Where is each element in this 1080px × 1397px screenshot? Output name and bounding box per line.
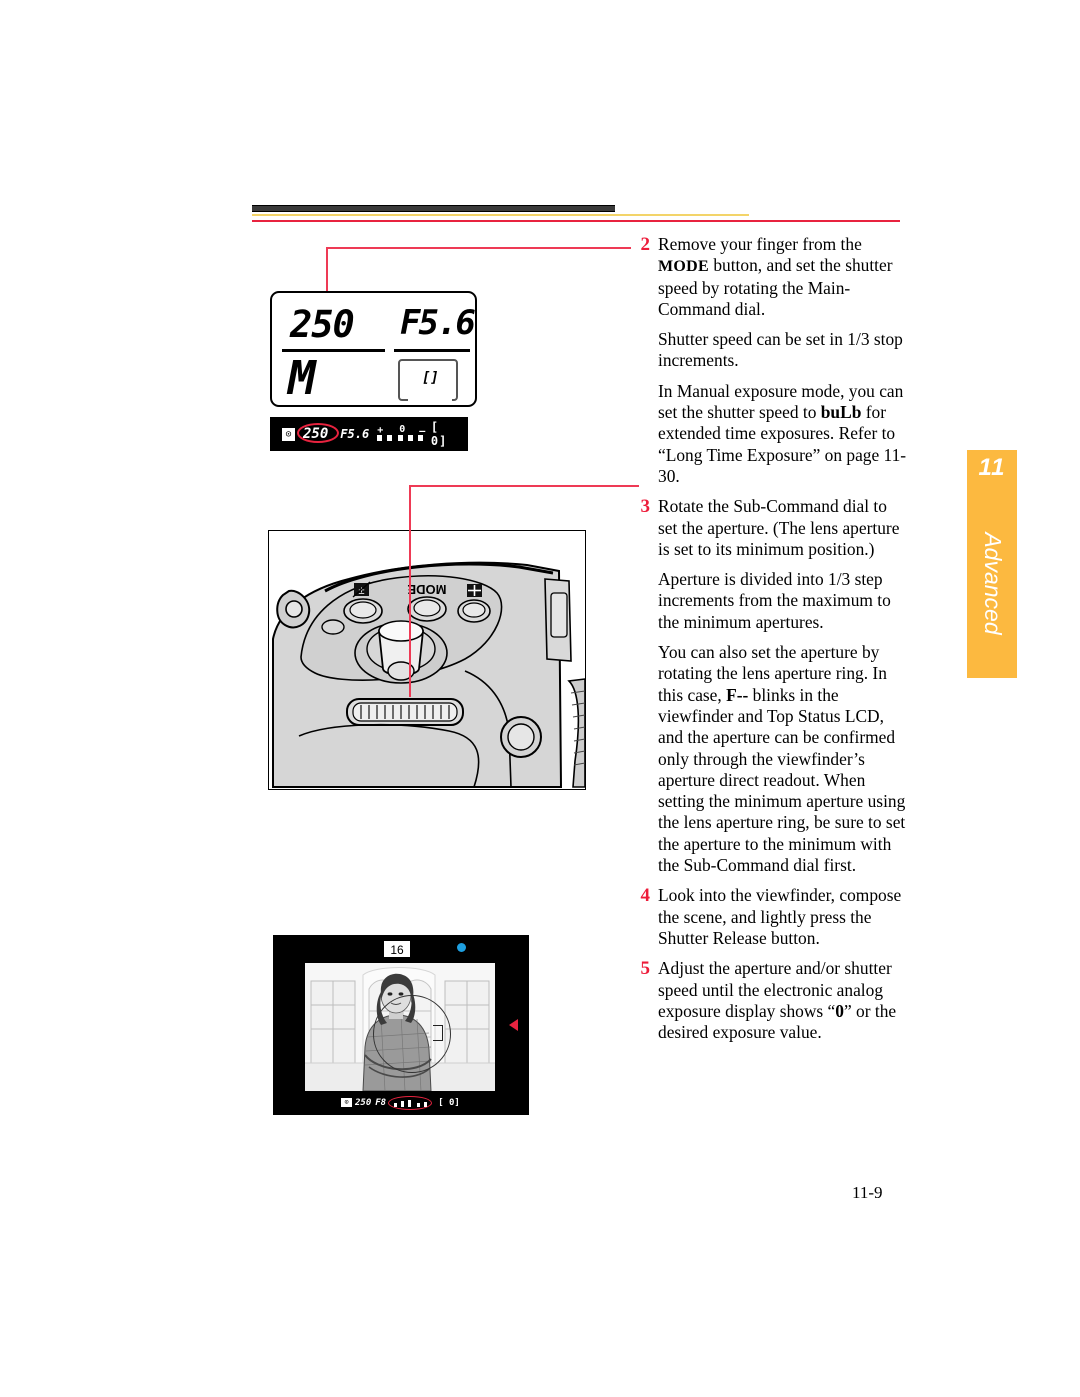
step-2-paragraph-1: Remove your finger from the MODE button,… xyxy=(658,234,908,320)
exposure-compensation-icon: ± xyxy=(352,581,371,598)
metering-mode-icon: ⊙ xyxy=(282,427,295,441)
step-4-paragraph-1: Look into the viewfinder, compose the sc… xyxy=(658,885,902,948)
scale-segment xyxy=(387,435,393,441)
scene-frame-counter: [ 0] xyxy=(438,1097,460,1108)
chapter-tab-number: 11 xyxy=(978,454,1006,481)
step-body: Remove your finger from the MODE button,… xyxy=(658,234,908,487)
step-number: 5 xyxy=(640,958,651,980)
mode-button-label: MODE xyxy=(407,582,446,597)
chapter-tab: 11 Advanced xyxy=(967,450,1017,678)
scale-segment xyxy=(377,435,383,441)
scale-segment xyxy=(398,435,404,441)
text-run: Remove your finger from the xyxy=(658,234,862,254)
scale-segment xyxy=(424,1101,428,1107)
step-number: 2 xyxy=(640,234,651,255)
step-number: 3 xyxy=(640,496,651,518)
scale-segment xyxy=(394,1102,398,1107)
callout-leader-vertical-step2 xyxy=(326,247,328,295)
step-3-paragraph-2: Aperture is divided into 1/3 step increm… xyxy=(658,569,891,632)
viewfinder-aperture: F5.6 xyxy=(340,427,370,441)
chapter-tab-label: Advanced xyxy=(980,532,1006,635)
focus-bracket-icon xyxy=(433,1025,443,1041)
header-rule-black xyxy=(252,205,615,212)
f-dash-dash-reference: F-- xyxy=(726,684,749,705)
drive-mode-icon xyxy=(467,584,482,597)
lcd-exposure-mode: M xyxy=(288,351,316,405)
scene-analog-exposure-scale xyxy=(388,1095,433,1110)
step-3-paragraph-3: You can also set the aperture by rotatin… xyxy=(658,642,908,876)
scale-segment xyxy=(408,435,414,441)
scale-segment xyxy=(417,1102,421,1107)
scene-shutter-speed: 250 xyxy=(355,1097,372,1108)
top-status-lcd-panel: 250 F5.6 M [] xyxy=(270,291,477,407)
figure-viewfinder-view: 16 ⊙ 250 F8 [ 0] xyxy=(273,935,529,1115)
page-number: 11-9 xyxy=(852,1183,883,1202)
focus-confirm-dot-icon xyxy=(457,943,466,952)
scale-segment xyxy=(401,1100,405,1107)
mode-button-reference: MODE xyxy=(658,258,709,276)
zero-value-reference: 0 xyxy=(835,1000,844,1021)
text-run: blinks in the viewfinder and Top Status … xyxy=(658,684,906,876)
figure-camera-top-view: ± MODE xyxy=(268,485,639,792)
lcd-shutter-speed: 250 xyxy=(290,303,355,346)
viewfinder-shutter-speed: 250 xyxy=(296,423,339,443)
step-2: 2 Remove your finger from the MODE butto… xyxy=(628,234,908,487)
viewfinder-focus-label: 16 xyxy=(383,940,411,958)
header-rule-red xyxy=(252,220,900,222)
viewfinder-frame-counter: [ 0] xyxy=(430,420,448,448)
analog-exposure-scale: + 0 – xyxy=(377,424,425,443)
scene-aperture: F8 xyxy=(375,1097,387,1108)
callout-leader-horizontal-step2 xyxy=(326,247,631,249)
viewfinder-scene-info-strip: ⊙ 250 F8 [ 0] xyxy=(338,1095,466,1110)
scale-segment xyxy=(418,435,424,441)
step-3: 3 Rotate the Sub-Command dial to set the… xyxy=(628,496,908,876)
viewfinder-right-marker-icon xyxy=(509,1019,518,1031)
red-highlight-circle xyxy=(296,423,339,443)
header-rule-yellow xyxy=(252,214,749,216)
step-number: 4 xyxy=(640,885,651,907)
viewfinder-scene-image xyxy=(305,963,495,1091)
step-5-paragraph-1: Adjust the aperture and/or shutter speed… xyxy=(658,958,908,1043)
step-4: 4 Look into the viewfinder, compose the … xyxy=(628,885,908,949)
viewfinder-strip-contents: ⊙ 250 F5.6 + 0 – [ 0] xyxy=(282,420,456,448)
step-body: Rotate the Sub-Command dial to set the a… xyxy=(658,496,908,876)
scale-zero-sign: 0 xyxy=(399,424,406,435)
metering-mode-icon: ⊙ xyxy=(341,1098,352,1107)
bulb-setting-reference: buLb xyxy=(820,402,862,423)
callout-leader-vertical-step3 xyxy=(409,485,411,697)
lcd-frame-marker: [] xyxy=(422,370,439,386)
scale-segment xyxy=(408,1099,412,1107)
step-body: Look into the viewfinder, compose the sc… xyxy=(658,885,908,949)
sub-command-dial xyxy=(346,698,464,726)
viewfinder-indicator-strip: ⊙ 250 F5.6 + 0 – [ 0] xyxy=(270,417,468,451)
callout-leader-horizontal-step3 xyxy=(409,485,639,487)
camera-top-view-drawing: ± MODE xyxy=(272,561,585,788)
step-5: 5 Adjust the aperture and/or shutter spe… xyxy=(628,958,908,1043)
figure-top-status-lcd: 250 F5.6 M [] ⊙ 250 F5.6 + 0 – [0] xyxy=(266,247,631,462)
instruction-text-column: 2 Remove your finger from the MODE butto… xyxy=(628,234,908,1052)
step-2-paragraph-2: Shutter speed can be set in 1/3 stop inc… xyxy=(658,329,903,371)
manual-page: 11 Advanced 250 F5.6 M [] ⊙ 250 F5.6 + 0… xyxy=(0,0,1080,1397)
camera-illustration-frame: ± MODE xyxy=(268,530,586,790)
step-body: Adjust the aperture and/or shutter speed… xyxy=(658,958,908,1043)
lcd-aperture: F5.6 xyxy=(400,303,476,343)
step-3-paragraph-1: Rotate the Sub-Command dial to set the a… xyxy=(658,496,900,559)
step-2-paragraph-3: In Manual exposure mode, you can set the… xyxy=(658,381,908,487)
lcd-divider-right xyxy=(394,349,470,352)
